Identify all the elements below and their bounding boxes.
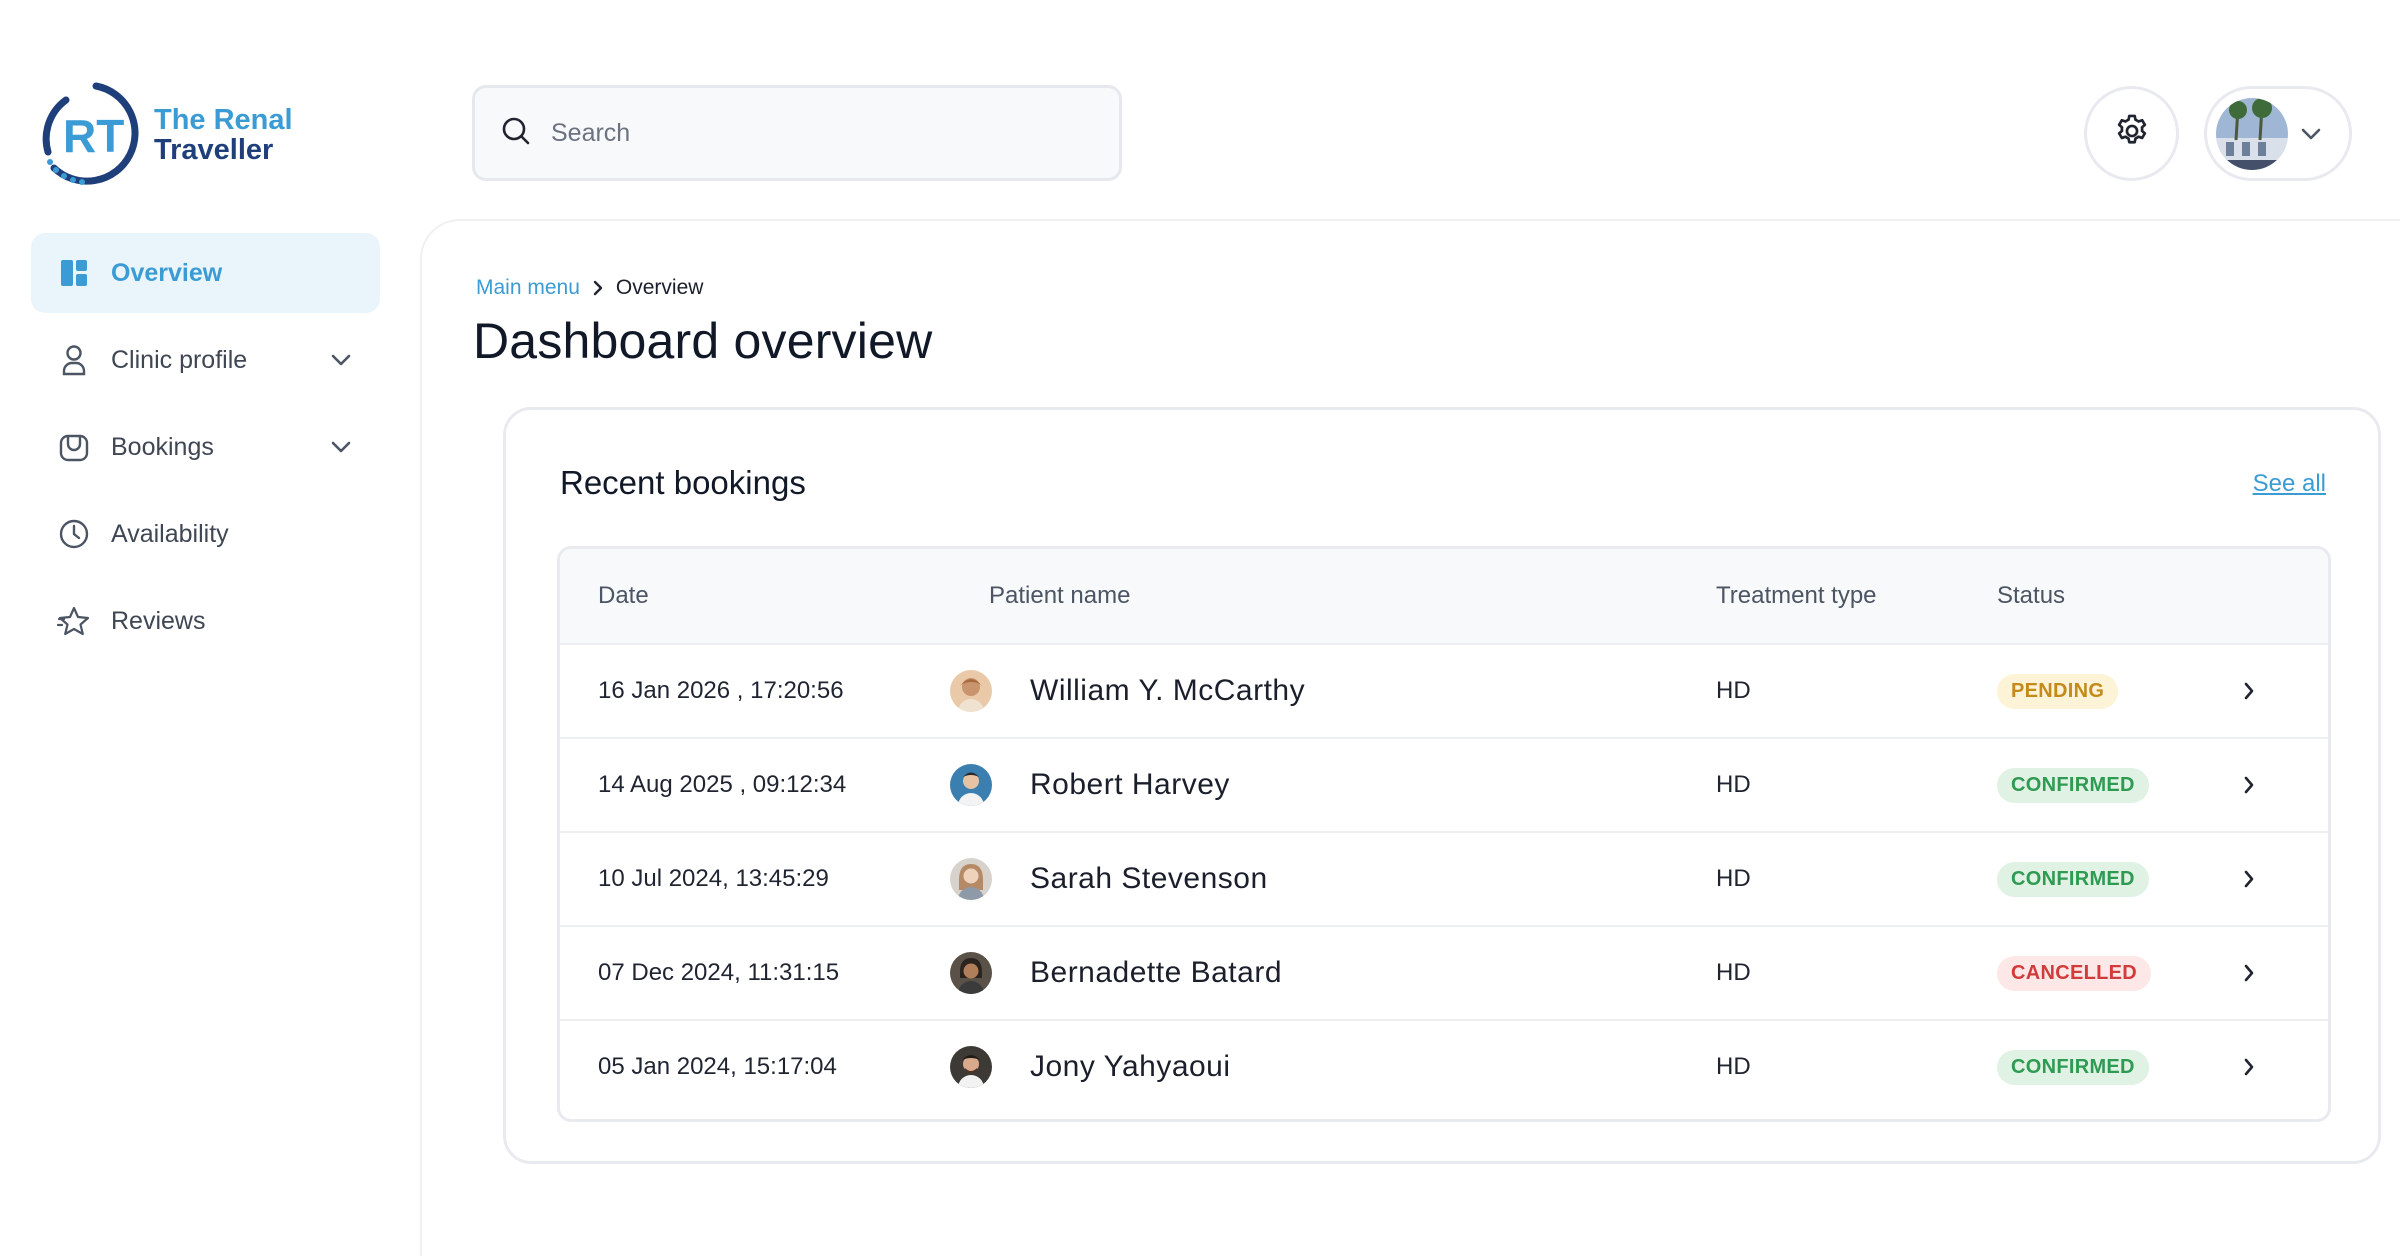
booking-date: 07 Dec 2024, 11:31:15 (598, 959, 840, 986)
avatar (950, 858, 992, 900)
sidebar-item-overview[interactable]: Overview (31, 233, 380, 313)
sidebar-item-label: Availability (111, 519, 229, 548)
status-badge: CONFIRMED (1997, 861, 2149, 897)
chevron-right-icon[interactable] (2242, 680, 2256, 702)
clock-icon (57, 517, 91, 551)
column-header-date: Date (598, 582, 649, 609)
status-badge-text: CONFIRMED (1997, 767, 2149, 803)
chevron-right-icon[interactable] (2242, 868, 2256, 890)
status-badge: CONFIRMED (1997, 767, 2149, 803)
patient-name: Bernadette Batard (1030, 956, 1283, 989)
status-badge: PENDING (1997, 673, 2119, 709)
column-header-treatment: Treatment type (1716, 582, 1877, 609)
status-badge-text: CONFIRMED (1997, 1049, 2149, 1085)
search-bar[interactable] (472, 85, 1122, 181)
avatar (2216, 97, 2288, 170)
bag-icon (57, 430, 91, 464)
booking-date: 10 Jul 2024, 13:45:29 (598, 865, 829, 892)
booking-date: 14 Aug 2025 , 09:12:34 (598, 771, 847, 798)
sidebar-item-clinic-profile[interactable]: Clinic profile (31, 320, 380, 400)
patient-name: Robert Harvey (1030, 768, 1230, 801)
avatar (950, 1046, 992, 1088)
table-row[interactable]: 07 Dec 2024, 11:31:15 Bernadette Batard … (560, 925, 2328, 1019)
chevron-down-icon (2300, 127, 2322, 141)
treatment-type: HD (1716, 1053, 1751, 1080)
table-row[interactable]: 16 Jan 2026 , 17:20:56 William Y. McCart… (560, 643, 2328, 737)
avatar (950, 764, 992, 806)
treatment-type: HD (1716, 677, 1751, 704)
column-header-patient: Patient name (989, 582, 1131, 609)
page-title: Dashboard overview (473, 313, 933, 369)
treatment-type: HD (1716, 771, 1751, 798)
booking-date: 05 Jan 2024, 15:17:04 (598, 1053, 837, 1080)
bookings-table: Date Patient name Treatment type Status … (557, 546, 2331, 1122)
status-badge-text: CANCELLED (1997, 955, 2152, 991)
search-icon (501, 116, 531, 151)
dashboard-icon (57, 256, 91, 290)
brand-name: The Renal Traveller (154, 105, 293, 165)
breadcrumb-main-menu[interactable]: Main menu (476, 276, 580, 300)
svg-text:RT: RT (63, 110, 124, 162)
star-icon (57, 604, 91, 638)
sidebar-item-label: Clinic profile (111, 345, 248, 374)
sidebar-item-label: Bookings (111, 432, 214, 461)
brand-name-line2: Traveller (154, 133, 274, 166)
status-badge: CANCELLED (1997, 955, 2152, 991)
breadcrumb: Main menu Overview (476, 276, 703, 300)
recent-bookings-card: Recent bookings See all Date Patient nam… (503, 407, 2381, 1164)
breadcrumb-current: Overview (615, 276, 704, 299)
logo-mark-icon: RT (42, 82, 139, 185)
card-title: Recent bookings (560, 464, 806, 501)
brand-name-line1: The Renal (154, 103, 293, 136)
status-badge-text: PENDING (1997, 673, 2119, 709)
treatment-type: HD (1716, 865, 1751, 892)
chevron-right-icon[interactable] (2242, 962, 2256, 984)
brand-logo[interactable]: RT The Renal Traveller (36, 82, 293, 187)
chevron-right-icon[interactable] (2242, 774, 2256, 796)
profile-menu-button[interactable] (2204, 86, 2352, 181)
booking-date: 16 Jan 2026 , 17:20:56 (598, 677, 844, 704)
person-icon (57, 343, 91, 377)
settings-button[interactable] (2084, 86, 2179, 181)
gear-icon (2113, 112, 2151, 155)
sidebar-item-bookings[interactable]: Bookings (31, 407, 380, 487)
treatment-type: HD (1716, 959, 1751, 986)
chevron-down-icon[interactable] (326, 432, 356, 462)
table-header: Date Patient name Treatment type Status (560, 549, 2328, 643)
see-all-link[interactable]: See all (2253, 470, 2326, 498)
sidebar-item-reviews[interactable]: Reviews (31, 581, 380, 661)
search-input[interactable] (551, 118, 1071, 148)
chevron-down-icon[interactable] (326, 345, 356, 375)
patient-name: William Y. McCarthy (1030, 674, 1306, 707)
chevron-right-icon[interactable] (2242, 1056, 2256, 1078)
sidebar-item-label: Reviews (111, 606, 206, 635)
table-row[interactable]: 05 Jan 2024, 15:17:04 Jony Yahyaoui HD C… (560, 1019, 2328, 1113)
table-row[interactable]: 10 Jul 2024, 13:45:29 Sarah Stevenson HD… (560, 831, 2328, 925)
status-badge: CONFIRMED (1997, 1049, 2149, 1085)
sidebar-item-availability[interactable]: Availability (31, 494, 380, 574)
column-header-status: Status (1997, 582, 2066, 609)
sidebar-nav: Overview Clinic profile Bookings Availab… (31, 233, 380, 668)
table-row[interactable]: 14 Aug 2025 , 09:12:34 Robert Harvey HD … (560, 737, 2328, 831)
patient-name: Jony Yahyaoui (1030, 1050, 1231, 1083)
patient-name: Sarah Stevenson (1030, 862, 1268, 895)
avatar (950, 670, 992, 712)
avatar (950, 952, 992, 994)
sidebar-item-label: Overview (111, 258, 223, 287)
status-badge-text: CONFIRMED (1997, 861, 2149, 897)
chevron-right-icon (592, 279, 604, 297)
